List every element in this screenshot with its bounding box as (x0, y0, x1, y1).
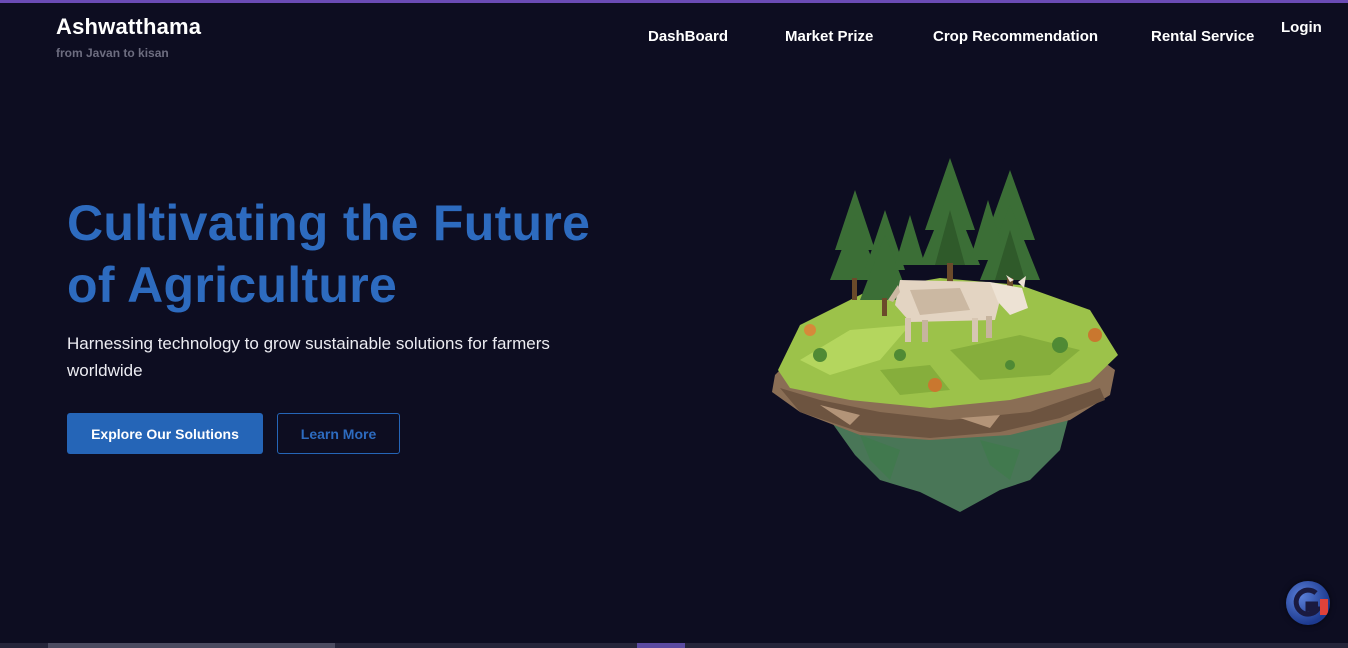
scrollbar-marker (637, 643, 685, 648)
top-accent-stripe (0, 0, 1348, 3)
floating-island-cow-icon (760, 150, 1130, 520)
hero-subtitle: Harnessing technology to grow sustainabl… (67, 334, 550, 380)
nav-item-dashboard[interactable]: DashBoard (648, 28, 728, 45)
login-link[interactable]: Login (1281, 19, 1322, 36)
brand[interactable]: Ashwatthama from Javan to kisan (56, 14, 201, 60)
brand-title: Ashwatthama (56, 14, 202, 39)
learn-more-button[interactable]: Learn More (277, 413, 400, 454)
nav-item-rental-service[interactable]: Rental Service (1151, 28, 1254, 45)
hero-title: Cultivating the Future of Agriculture (67, 195, 591, 313)
horizontal-scrollbar[interactable] (0, 643, 1348, 648)
nav-item-market-prize[interactable]: Market Prize (785, 28, 873, 45)
assistant-logo-icon[interactable] (1286, 581, 1330, 625)
nav-item-crop-recommendation[interactable]: Crop Recommendation (933, 28, 1098, 45)
explore-solutions-button[interactable]: Explore Our Solutions (67, 413, 263, 454)
brand-tagline: from Javan to kisan (56, 46, 169, 60)
scrollbar-thumb[interactable] (48, 643, 335, 648)
